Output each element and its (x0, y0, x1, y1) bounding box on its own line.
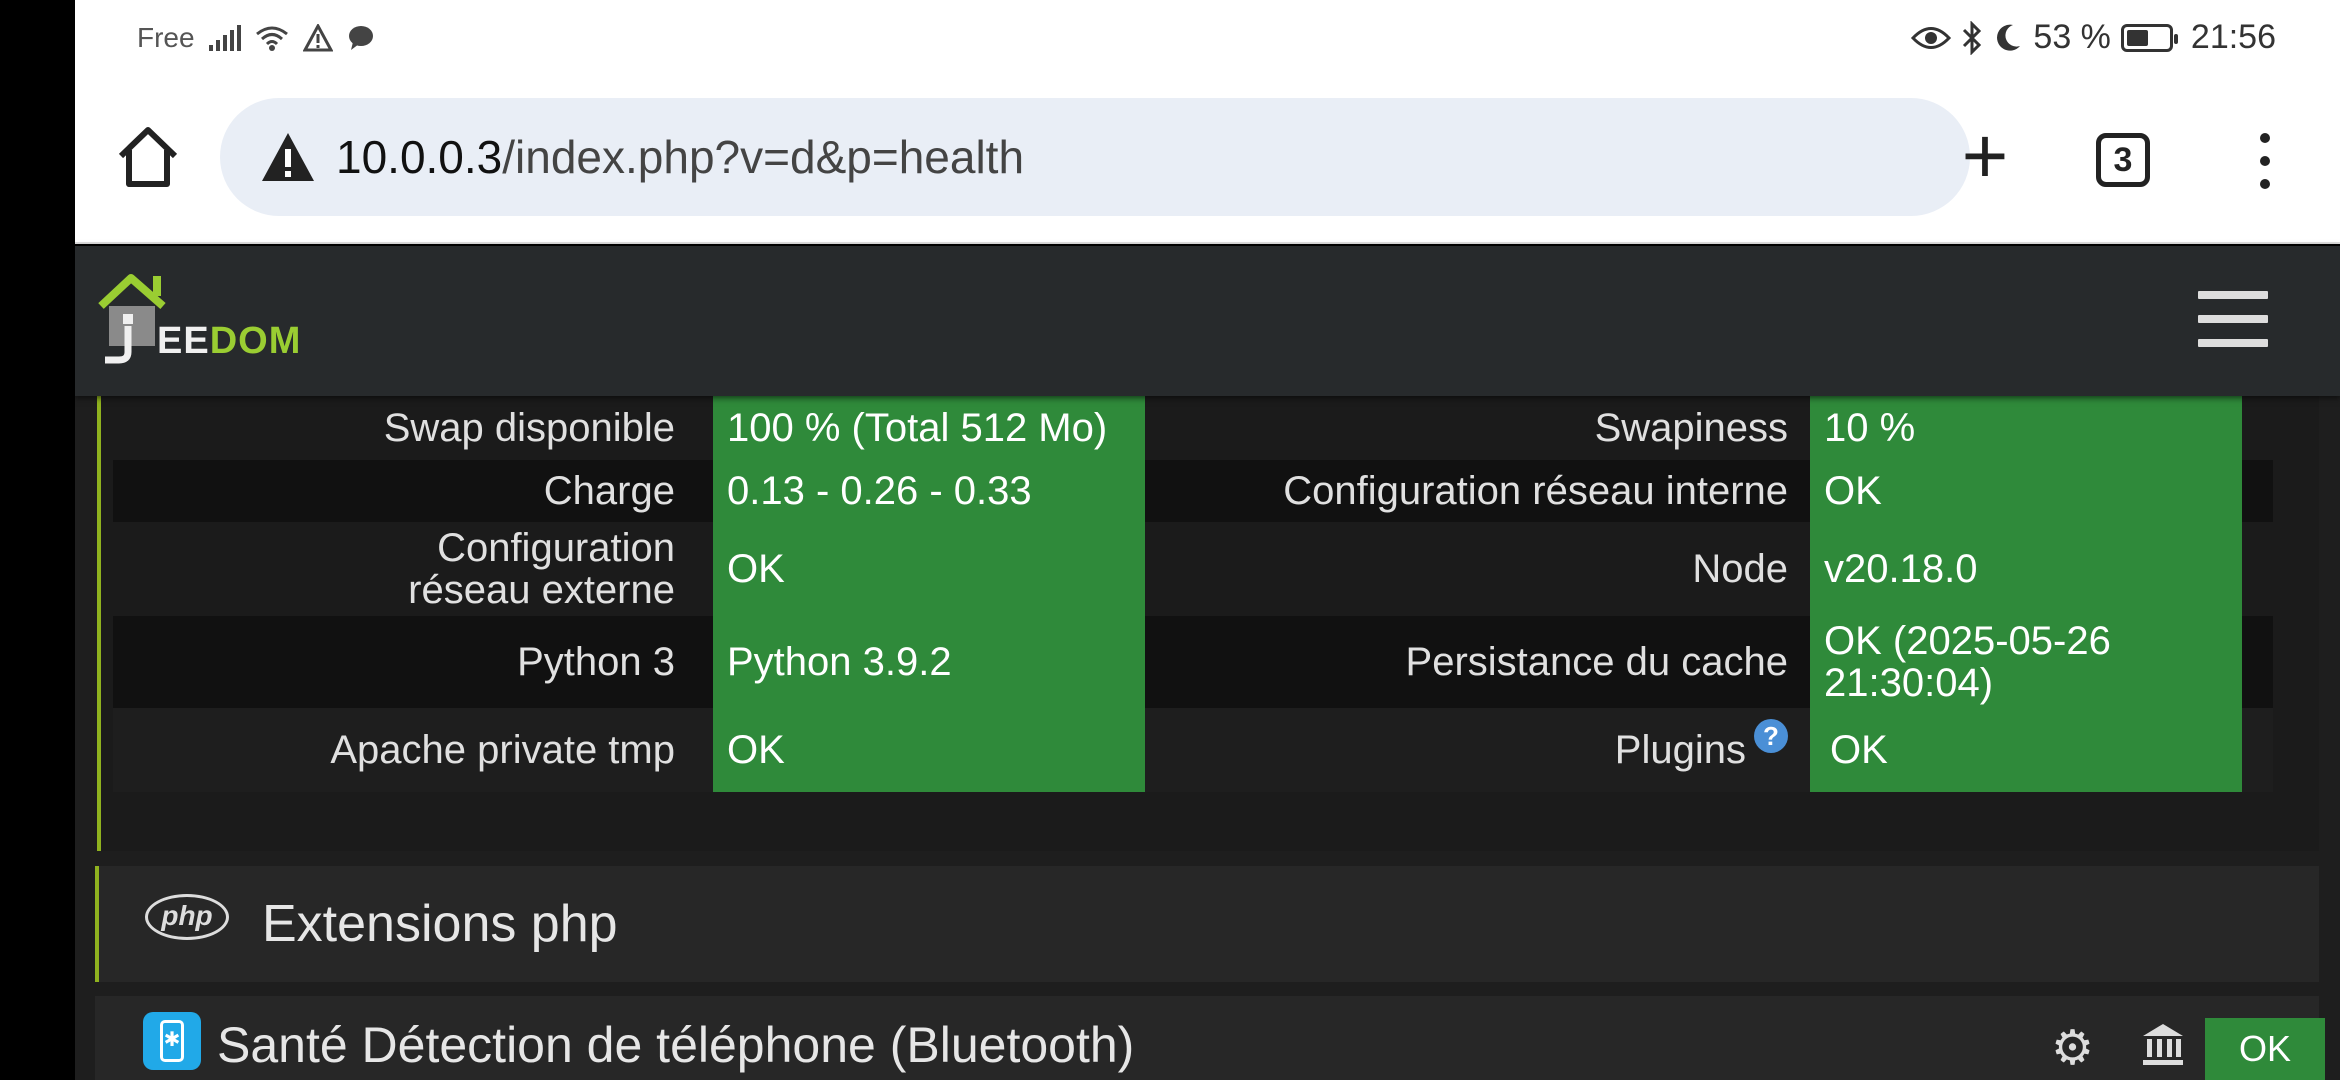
carrier-name: Free (137, 22, 195, 53)
status-bar: Free 53 % 21:56 (75, 0, 2340, 78)
health-panel: Swap disponible 100 % (Total 512 Mo) Swa… (97, 396, 2319, 851)
chat-bubble-icon (348, 26, 373, 50)
url-path: /index.php?v=d&p=health (502, 131, 1025, 183)
plugins-label: Plugins (1614, 728, 1746, 772)
health-table: Swap disponible 100 % (Total 512 Mo) Swa… (113, 396, 2273, 792)
moon-icon (1997, 24, 2021, 51)
health-label: Persistance du cache (1405, 640, 1788, 684)
app-header: EEDOM (75, 246, 2340, 396)
logo-text: EEDOM (157, 320, 302, 362)
insecure-warning-icon[interactable] (260, 131, 316, 183)
bank-icon[interactable] (2139, 1020, 2187, 1068)
address-bar[interactable]: 10.0.0.3/index.php?v=d&p=health (220, 98, 1970, 216)
bluetooth-phone-icon: ✱ (143, 1012, 201, 1070)
battery-percent: 53 % (2033, 18, 2111, 56)
browser-menu-button[interactable] (2255, 133, 2275, 193)
tab-switcher-button[interactable]: 3 (2096, 133, 2150, 187)
battery-icon (2120, 23, 2178, 52)
health-value: v20.18.0 (1810, 522, 2242, 616)
browser-toolbar: 10.0.0.3/index.php?v=d&p=health + 3 (75, 78, 2340, 244)
clock: 21:56 (2190, 18, 2276, 56)
home-icon[interactable] (115, 124, 181, 190)
left-black-strip (0, 0, 75, 1080)
signal-icon (208, 25, 241, 51)
alert-triangle-icon (302, 24, 333, 52)
health-label: Swapiness (1594, 406, 1788, 450)
table-row: Python 3 Python 3.9.2 Persistance du cac… (113, 616, 2273, 708)
health-label: Node (1692, 547, 1788, 591)
php-logo-icon: php (145, 894, 229, 940)
wifi-icon (255, 26, 288, 51)
bluetooth-health-panel[interactable]: ✱ Santé Détection de téléphone (Bluetoot… (95, 996, 2325, 1080)
panel-title: Extensions php (262, 895, 618, 953)
health-label: Configuration réseau interne (1283, 469, 1788, 513)
panel-title: Santé Détection de téléphone (Bluetooth) (217, 1017, 1135, 1073)
url-host: 10.0.0.3 (336, 131, 503, 183)
health-value: 10 % (1810, 396, 2242, 460)
table-row: Swap disponible 100 % (Total 512 Mo) Swa… (113, 396, 2273, 460)
status-bar-right: 53 % 21:56 (1911, 18, 2276, 57)
table-row: Apache private tmp OK Plugins ? OK (113, 708, 2273, 792)
bluetooth-icon (1963, 20, 1982, 55)
eye-icon (1911, 26, 1952, 49)
health-label-with-help: Plugins ? (113, 708, 1788, 792)
health-value: OK (1810, 708, 2242, 792)
table-row: Configuration réseau externe OK Node v20… (113, 522, 2273, 616)
help-icon[interactable]: ? (1754, 719, 1788, 753)
status-bar-left: Free (137, 22, 375, 54)
status-badge: OK (2205, 1018, 2325, 1080)
jeedom-app: EEDOM Swap disponible 100 % (Total 512 M… (75, 246, 2340, 1080)
hamburger-menu-icon[interactable] (2198, 291, 2268, 347)
new-tab-button[interactable]: + (1945, 116, 2025, 204)
url-text[interactable]: 10.0.0.3/index.php?v=d&p=health (336, 130, 1024, 184)
php-extensions-panel[interactable]: php Extensions php (95, 866, 2319, 982)
battery-fill (2126, 29, 2148, 46)
health-value: OK (2025-05-26 21:30:04) (1810, 616, 2242, 708)
gears-icon[interactable]: ⚙ (2051, 1020, 2094, 1076)
health-value: OK (1810, 460, 2242, 522)
table-row: Charge 0.13 - 0.26 - 0.33 Configuration … (113, 460, 2273, 522)
